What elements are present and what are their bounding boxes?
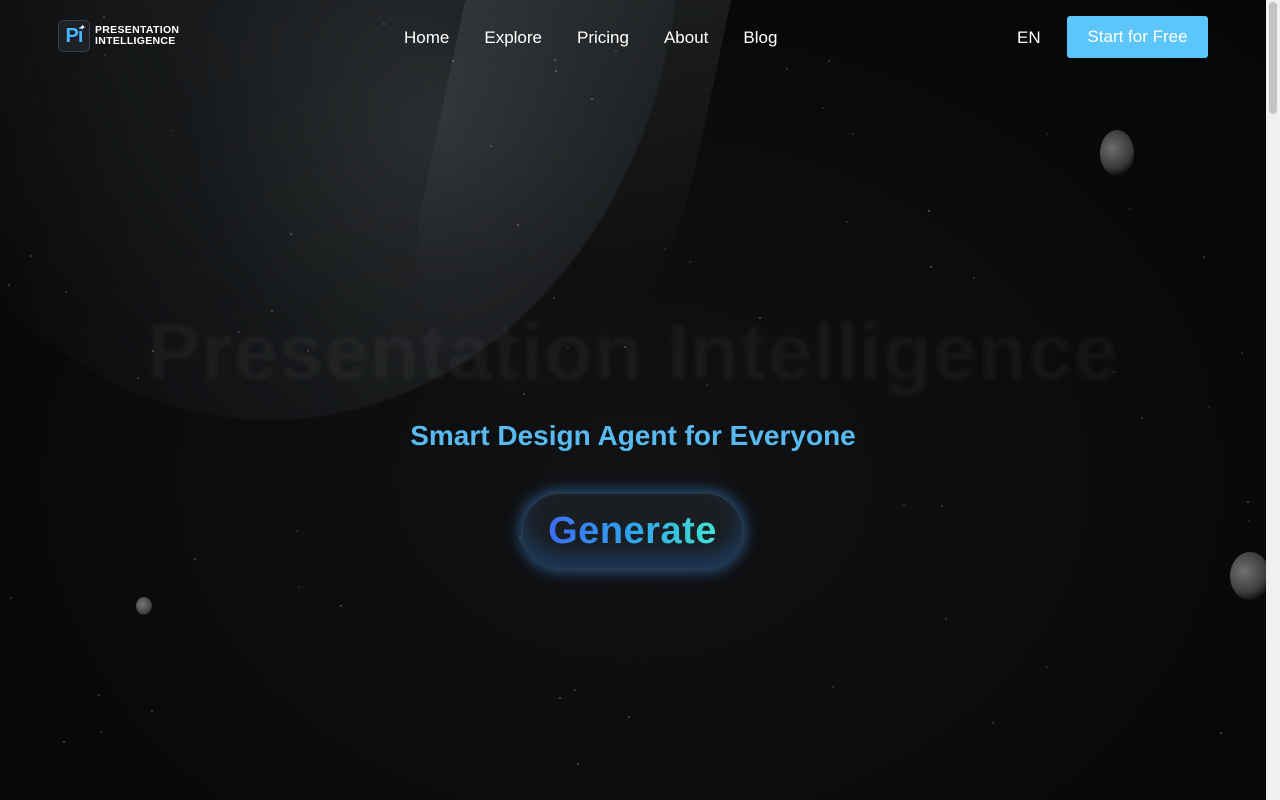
star <box>517 224 519 226</box>
star <box>151 710 153 712</box>
moon-image <box>1100 130 1134 176</box>
star <box>30 255 32 257</box>
star <box>1220 732 1222 734</box>
nav-item-blog[interactable]: Blog <box>743 27 777 49</box>
star <box>100 731 102 733</box>
star <box>340 605 342 607</box>
star <box>1046 666 1048 668</box>
hero-tagline: Smart Design Agent for Everyone <box>410 420 856 451</box>
star <box>98 694 100 696</box>
nav-item-explore[interactable]: Explore <box>484 27 542 49</box>
moon-image <box>1230 552 1266 600</box>
star <box>65 291 67 293</box>
hero-background: Presentation Intelligence Smart Design A… <box>0 0 1266 800</box>
star <box>1208 406 1210 408</box>
star <box>172 130 174 132</box>
star <box>290 233 292 235</box>
star <box>928 210 930 212</box>
star <box>941 505 943 507</box>
star <box>10 597 12 599</box>
star <box>577 763 579 765</box>
scrollbar[interactable] <box>1266 0 1280 800</box>
star <box>992 722 994 724</box>
star <box>8 284 10 286</box>
generate-button-label: Generate <box>548 509 717 552</box>
hero-background-title: Presentation Intelligence <box>0 306 1266 398</box>
pi-sparkle-logo-icon: Pi ✦ <box>58 20 90 52</box>
star <box>1129 208 1131 210</box>
brand-name: PRESENTATION INTELLIGENCE <box>95 25 179 47</box>
star <box>63 741 65 743</box>
star <box>1203 256 1205 258</box>
brand-name-line2: INTELLIGENCE <box>95 35 176 47</box>
main-nav: Home Explore Pricing About Blog <box>404 27 777 49</box>
generate-button[interactable]: Generate <box>522 493 743 569</box>
star <box>559 697 561 699</box>
star <box>846 221 848 223</box>
brand-logo[interactable]: Pi ✦ PRESENTATION INTELLIGENCE <box>58 20 179 52</box>
star <box>1141 417 1143 419</box>
star <box>973 277 975 279</box>
star <box>822 107 824 109</box>
sparkle-icon: ✦ <box>79 23 86 32</box>
star <box>832 686 834 688</box>
star <box>490 145 492 147</box>
star <box>628 716 630 718</box>
star <box>903 504 905 506</box>
star <box>296 530 298 532</box>
language-selector[interactable]: EN <box>1017 27 1041 49</box>
nav-item-pricing[interactable]: Pricing <box>577 27 629 49</box>
nav-item-home[interactable]: Home <box>404 27 449 49</box>
star <box>591 98 593 100</box>
star <box>689 261 691 263</box>
star <box>852 133 854 135</box>
site-header: Pi ✦ PRESENTATION INTELLIGENCE Home Expl… <box>0 0 1266 76</box>
star <box>553 297 555 299</box>
star <box>298 586 300 588</box>
star <box>574 689 576 691</box>
star <box>1046 133 1048 135</box>
star <box>519 537 521 539</box>
start-for-free-button[interactable]: Start for Free <box>1067 16 1208 58</box>
star <box>930 266 932 268</box>
scrollbar-thumb[interactable] <box>1269 2 1277 114</box>
star <box>945 618 947 620</box>
star <box>194 558 196 560</box>
star <box>1248 520 1250 522</box>
moon-image <box>136 597 152 615</box>
star <box>664 248 666 250</box>
nav-item-about[interactable]: About <box>664 27 708 49</box>
star <box>1247 501 1249 503</box>
